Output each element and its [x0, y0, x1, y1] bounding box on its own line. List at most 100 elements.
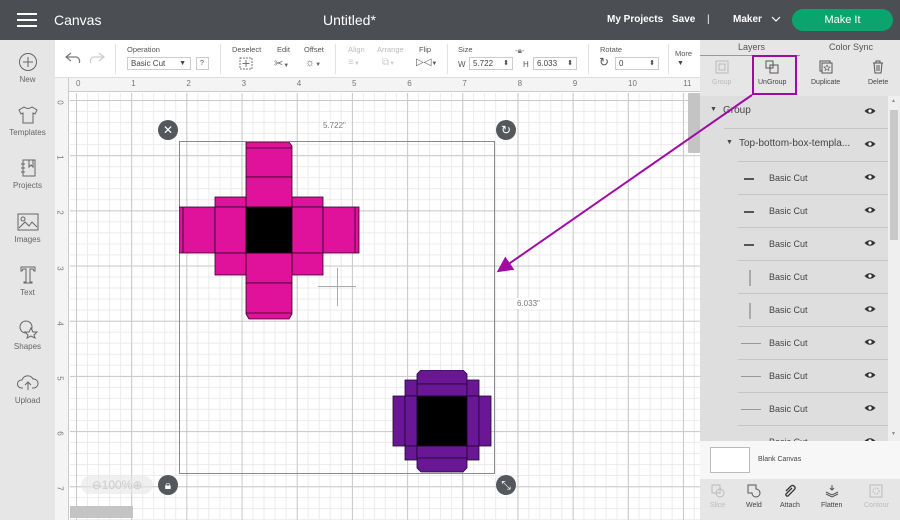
flip-icon[interactable]: ▷◁▼ [416, 57, 437, 68]
ruler-left-label: 3 [55, 265, 65, 271]
purple-box-template[interactable] [391, 370, 495, 474]
rotate-input[interactable]: 0 ⬍ [615, 57, 659, 70]
eye-icon[interactable] [864, 371, 876, 379]
sidebar-label-upload: Upload [14, 396, 41, 405]
operation-select[interactable]: Basic Cut ▼ [127, 57, 191, 70]
blank-canvas-swatch[interactable] [710, 447, 750, 473]
sidebar-item-new[interactable]: New [0, 52, 55, 84]
ruler-top-label: 8 [517, 79, 523, 88]
sidebar-label-projects: Projects [13, 181, 42, 190]
eye-icon[interactable] [864, 173, 876, 181]
purple-left-flap [392, 395, 406, 447]
scroll-down-icon[interactable]: ▼ [891, 431, 896, 437]
zoom-out-icon[interactable]: ⊖ [92, 478, 102, 492]
ruler-top-label: 4 [296, 79, 302, 88]
eye-icon[interactable] [864, 272, 876, 280]
trash-icon [873, 60, 884, 74]
layer-row[interactable]: ▼ Group [700, 96, 888, 129]
more-dropdown-icon[interactable]: ▼ [677, 60, 684, 67]
weld-button[interactable]: Weld [746, 484, 762, 509]
width-input[interactable]: 5.722 ⬍ [469, 57, 513, 70]
eye-icon[interactable] [864, 338, 876, 346]
help-button[interactable]: ? [196, 57, 209, 70]
make-it-button[interactable]: Make It [792, 9, 893, 31]
purple-left-panel [404, 395, 418, 447]
canvas-area[interactable]: 0 1 2 3 4 5 6 7 8 9 10 11 0 1 2 3 4 5 6 7 5.722" 6.033" [55, 78, 700, 520]
machine-select[interactable]: Maker [733, 14, 781, 25]
layer-row[interactable]: Basic Cut [700, 393, 888, 426]
sidebar-item-upload[interactable]: Upload [0, 373, 55, 405]
layer-tools: Group UnGroup Duplicate Delete [700, 56, 900, 96]
flatten-button[interactable]: Flatten [821, 484, 842, 509]
layer-row[interactable]: Basic Cut [700, 294, 888, 327]
eye-icon[interactable] [864, 239, 876, 247]
ruler-top-label: 2 [186, 79, 191, 88]
slice-label: Slice [710, 502, 726, 509]
lock-aspect-icon[interactable]: -🔒︎- [515, 46, 525, 56]
layer-row[interactable]: Basic Cut [700, 228, 888, 261]
vertical-line-icon [749, 270, 751, 286]
eye-icon[interactable] [864, 107, 876, 115]
layer-name: Basic Cut [769, 173, 808, 183]
group-label: Group [712, 79, 732, 86]
layer-row[interactable]: Basic Cut [700, 360, 888, 393]
delete-button[interactable]: Delete [868, 60, 888, 86]
delete-handle-icon[interactable]: ✕ [158, 120, 178, 140]
line-icon [741, 343, 761, 344]
eye-icon[interactable] [864, 305, 876, 313]
sidebar-item-text[interactable]: Text [0, 265, 55, 297]
redo-icon[interactable] [89, 52, 105, 64]
resize-handle-icon[interactable]: ⤡ [496, 475, 516, 495]
layer-row[interactable]: Basic Cut [700, 261, 888, 294]
offset-icon[interactable]: ☼▼ [305, 57, 321, 69]
ruler-top-label: 7 [462, 79, 467, 88]
tab-layers[interactable]: Layers [738, 42, 765, 52]
lock-handle-icon[interactable]: 🔒︎ [158, 475, 178, 495]
caret-down-icon[interactable]: ▼ [710, 106, 717, 113]
sidebar-item-images[interactable]: Images [0, 212, 55, 244]
layer-name: Basic Cut [769, 206, 808, 216]
layer-row[interactable]: Basic Cut [700, 162, 888, 195]
hamburger-menu-icon[interactable] [17, 13, 37, 27]
sidebar-item-projects[interactable]: Projects [0, 158, 55, 190]
undo-icon[interactable] [65, 52, 81, 64]
more-label[interactable]: More [675, 49, 692, 58]
document-title[interactable]: Untitled* [323, 12, 376, 28]
sidebar-item-shapes[interactable]: Shapes [0, 319, 55, 351]
scroll-up-icon[interactable]: ▲ [891, 98, 896, 104]
layer-row[interactable]: Basic Cut [700, 327, 888, 360]
duplicate-button[interactable]: Duplicate [811, 60, 840, 86]
layers-scrollbar[interactable]: ▲ ▼ [888, 96, 900, 441]
zoom-level: 100% [101, 478, 133, 492]
height-input[interactable]: 6.033 ⬍ [533, 57, 577, 70]
width-label: W [458, 60, 466, 69]
horizontal-scrollbar[interactable] [70, 506, 133, 518]
shapes-icon [19, 320, 38, 339]
vertical-scrollbar[interactable] [688, 93, 700, 153]
attach-button[interactable]: Attach [780, 484, 800, 509]
tab-color-sync[interactable]: Color Sync [829, 42, 873, 52]
save-link[interactable]: Save [672, 14, 695, 25]
sidebar-item-templates[interactable]: Templates [0, 105, 55, 137]
zoom-in-icon[interactable]: ⊕ [132, 478, 142, 492]
deselect-icon[interactable] [239, 57, 253, 70]
layer-name: Top-bottom-box-templa... [739, 138, 851, 149]
duplicate-icon [819, 60, 833, 74]
layer-row[interactable]: Basic Cut [700, 195, 888, 228]
machine-label: Maker [733, 14, 762, 25]
blank-canvas-row[interactable]: Blank Canvas [700, 441, 900, 479]
zoom-control[interactable]: ⊖100%⊕ [81, 476, 153, 494]
eye-icon[interactable] [864, 140, 876, 148]
eye-icon[interactable] [864, 206, 876, 214]
layers-panel: Layers Color Sync Group UnGroup Duplicat… [700, 40, 900, 520]
layer-row[interactable]: Basic Cut [700, 426, 888, 441]
ruler-left-label: 7 [55, 486, 65, 492]
layer-row[interactable]: ▼ Top-bottom-box-templa... [700, 129, 888, 162]
rotate-handle-icon[interactable]: ↻ [496, 120, 516, 140]
eye-icon[interactable] [864, 404, 876, 412]
pink-box-template[interactable] [179, 142, 361, 324]
edit-scissors-icon[interactable]: ✂▼ [274, 57, 289, 70]
ruler-left-label: 6 [55, 431, 65, 436]
my-projects-link[interactable]: My Projects [607, 14, 663, 25]
caret-down-icon[interactable]: ▼ [726, 139, 733, 146]
